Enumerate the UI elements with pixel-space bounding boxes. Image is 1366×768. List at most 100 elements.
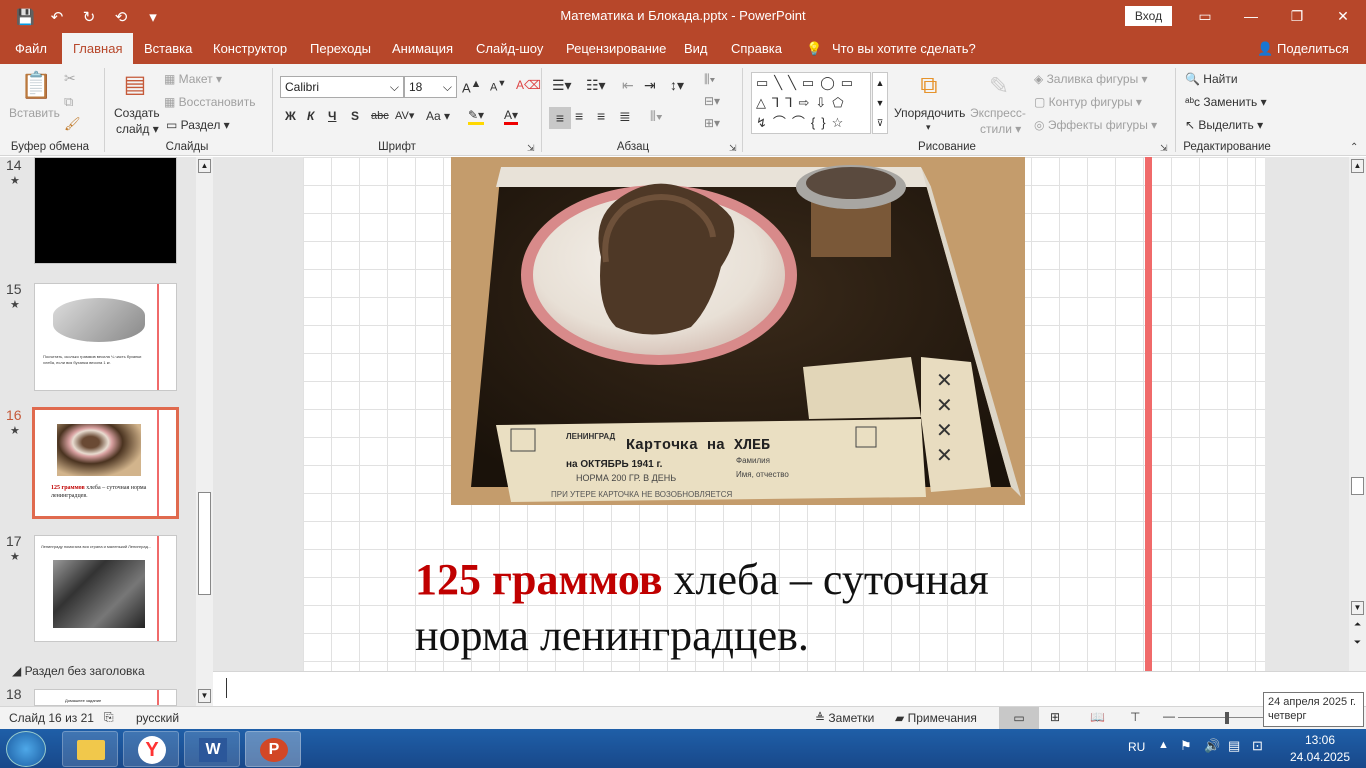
reset-button[interactable]: ▦ Восстановить	[164, 95, 256, 109]
slide-thumbnail-17[interactable]: Ленинграду помогала вся страна и маленьк…	[34, 535, 177, 642]
language-indicator[interactable]: русский	[136, 711, 179, 725]
shape-fill-button[interactable]: ◈ Заливка фигуры ▾	[1034, 72, 1148, 86]
increase-indent-icon[interactable]: ⇥	[644, 77, 656, 94]
zoom-out-icon[interactable]: —	[1163, 709, 1175, 723]
slide-scrollbar[interactable]: ▲ ▼ ⏶ ⏷	[1349, 157, 1366, 671]
font-color-icon[interactable]: A▾	[504, 108, 519, 125]
new-slide-button[interactable]: Создать	[114, 106, 160, 120]
tab-review[interactable]: Рецензирование	[566, 33, 666, 64]
tray-expand-icon[interactable]: ▲	[1158, 739, 1169, 751]
taskbar-powerpoint[interactable]: P	[245, 731, 301, 767]
bread-ration-photo[interactable]: ✕ ✕ ✕ ✕ ЛЕНИНГРАД Карточка на ХЛЕБ на ОК…	[451, 157, 1025, 505]
cut-icon[interactable]: ✂	[64, 70, 76, 87]
copy-icon[interactable]: ⧉	[64, 94, 73, 110]
paste-button[interactable]: Вставить	[9, 106, 60, 120]
restore-icon[interactable]: ❐	[1274, 0, 1320, 33]
slide-sorter-icon[interactable]: ⊞	[1050, 710, 1060, 724]
shape-outline-button[interactable]: ▢ Контур фигуры ▾	[1034, 95, 1142, 109]
bullets-icon[interactable]: ☰▾	[552, 77, 572, 94]
notes-pane[interactable]	[213, 671, 1366, 706]
grow-font-icon[interactable]: A▲	[462, 78, 481, 95]
tab-insert[interactable]: Вставка	[144, 33, 192, 64]
shapes-scroll[interactable]: ▲ ▼ ⊽	[872, 72, 888, 134]
next-slide-icon[interactable]: ⏷	[1351, 637, 1364, 653]
arrange-button[interactable]: Упорядочить	[894, 106, 965, 120]
arrange-dropdown-icon[interactable]: ▾	[926, 122, 931, 133]
line-spacing-icon[interactable]: ↕▾	[670, 77, 684, 94]
tell-me-icon[interactable]: 💡	[806, 33, 822, 64]
zoom-slider-thumb[interactable]	[1225, 712, 1229, 724]
highlight-color-icon[interactable]: ✎▾	[468, 108, 485, 125]
italic-button[interactable]: К	[307, 109, 314, 123]
signin-button[interactable]: Вход	[1125, 6, 1172, 26]
slide-thumbnail-18[interactable]: Домашнее задание	[34, 689, 177, 706]
font-size-box[interactable]: 18 ⌵	[404, 76, 457, 98]
tab-help[interactable]: Справка	[731, 33, 782, 64]
quick-styles-button[interactable]: Экспресс-	[970, 106, 1026, 120]
text-direction-icon[interactable]: ⫼▾	[704, 72, 715, 87]
slide-scroll-thumb[interactable]	[1351, 477, 1364, 495]
layout-button[interactable]: ▦ Макет ▾	[164, 72, 222, 86]
start-button[interactable]	[6, 731, 46, 767]
taskbar-explorer[interactable]	[62, 731, 118, 767]
smartart-icon[interactable]: ⊞▾	[704, 116, 720, 130]
share-icon[interactable]: 👤	[1257, 33, 1273, 64]
char-spacing-button[interactable]: AV▾	[395, 109, 414, 122]
share-button[interactable]: Поделиться	[1277, 33, 1349, 64]
decrease-indent-icon[interactable]: ⇤	[622, 77, 634, 94]
clock-time[interactable]: 13:06	[1285, 733, 1355, 747]
tab-design[interactable]: Конструктор	[213, 33, 287, 64]
close-icon[interactable]: ✕	[1320, 0, 1366, 33]
columns-icon[interactable]: ⫴▾	[650, 108, 663, 125]
section-button[interactable]: ▭ Раздел ▾	[166, 118, 230, 132]
clear-format-icon[interactable]: A⌫	[516, 78, 541, 92]
change-case-button[interactable]: Aa ▾	[426, 109, 450, 123]
taskbar-word[interactable]: W	[184, 731, 240, 767]
strike-button[interactable]: abc	[371, 110, 389, 122]
slideshow-view-icon[interactable]: ⊤	[1130, 710, 1140, 724]
slide-thumbnail-15[interactable]: Посчитать, сколько граммов весила ¼ част…	[34, 283, 177, 391]
justify-button[interactable]: ≣	[619, 108, 631, 125]
bold-button[interactable]: Ж	[285, 109, 296, 123]
normal-view-icon[interactable]: ▭	[999, 707, 1039, 729]
paragraph-dialog-icon[interactable]: ⇲	[729, 143, 737, 154]
arrange-icon[interactable]: ⧉	[914, 72, 944, 100]
tab-transitions[interactable]: Переходы	[310, 33, 371, 64]
tab-view[interactable]: Вид	[684, 33, 708, 64]
replace-button[interactable]: ᵃᵇc Заменить ▾	[1185, 95, 1267, 109]
font-dialog-icon[interactable]: ⇲	[527, 143, 535, 154]
tab-home[interactable]: Главная	[62, 33, 134, 64]
network-status-icon[interactable]: ⊡	[1252, 738, 1263, 754]
underline-button[interactable]: Ч	[328, 109, 336, 123]
find-button[interactable]: 🔍 Найти	[1185, 72, 1238, 86]
reading-view-icon[interactable]: 📖	[1090, 710, 1105, 724]
flag-icon[interactable]: ⚑	[1180, 738, 1192, 754]
new-slide-icon[interactable]: ▤	[120, 70, 150, 100]
thumbs-scroll-thumb[interactable]	[198, 492, 211, 595]
shapes-gallery[interactable]: ▭╲╲▭◯▭ △⅂⅂⇨⇩⬠ ↯⌒⌒{}☆	[751, 72, 871, 134]
quick-styles-icon[interactable]: ✎	[984, 72, 1014, 101]
align-center-button[interactable]: ≡	[575, 108, 583, 124]
prev-slide-icon[interactable]: ⏶	[1351, 619, 1364, 635]
slide-body-text[interactable]: 125 граммов хлеба – суточная норма ленин…	[415, 552, 1115, 664]
font-name-box[interactable]: Calibri ⌵	[280, 76, 404, 98]
volume-icon[interactable]: 🔊	[1204, 738, 1220, 754]
taskbar-yandex[interactable]: Y	[123, 731, 179, 767]
collapse-ribbon-icon[interactable]: ⌃	[1350, 142, 1358, 153]
keyboard-layout[interactable]: RU	[1128, 740, 1145, 754]
slide-thumbnail-16[interactable]: 125 граммов хлеба – суточная норма ленин…	[32, 407, 179, 519]
spellcheck-icon[interactable]: ⎘	[104, 710, 114, 725]
thumbs-scrollbar[interactable]: ▲ ▼	[196, 157, 213, 706]
paste-icon[interactable]: 📋	[20, 70, 52, 104]
shrink-font-icon[interactable]: A▼	[490, 78, 506, 94]
slide-16[interactable]: ✕ ✕ ✕ ✕ ЛЕНИНГРАД Карточка на ХЛЕБ на ОК…	[303, 157, 1265, 671]
tab-file[interactable]: Файл	[15, 33, 47, 64]
select-button[interactable]: ↖ Выделить ▾	[1185, 118, 1263, 132]
align-right-button[interactable]: ≡	[597, 108, 605, 124]
format-painter-icon[interactable]: 🖌	[64, 116, 81, 132]
slide-thumbnail-14[interactable]	[34, 157, 177, 264]
section-header[interactable]: ◢ Раздел без заголовка	[12, 664, 145, 678]
shape-effects-button[interactable]: ◎ Эффекты фигуры ▾	[1034, 118, 1157, 132]
tell-me-search[interactable]: Что вы хотите сделать?	[832, 33, 976, 64]
notes-button[interactable]: ≜ Заметки	[815, 711, 874, 725]
